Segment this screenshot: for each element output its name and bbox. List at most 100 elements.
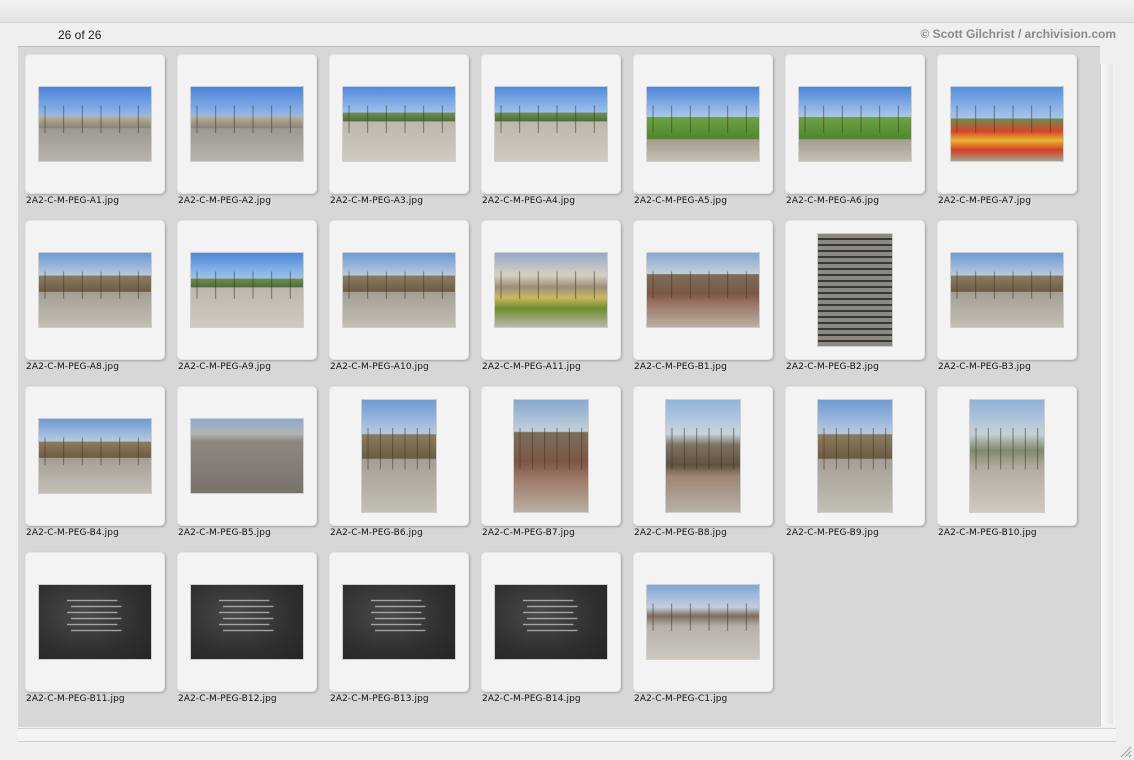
thumbnail-slide[interactable]: [633, 220, 773, 360]
thumbnail-filename: 2A2-C-M-PEG-A9.jpg: [178, 362, 272, 372]
photo-detail: [804, 105, 899, 133]
photo-detail: [818, 234, 892, 346]
thumbnail-slide[interactable]: [937, 54, 1077, 194]
thumbnail-filename: 2A2-C-M-PEG-A6.jpg: [786, 196, 880, 206]
photo-detail: [519, 428, 583, 470]
thumbnail-slide[interactable]: [329, 552, 469, 692]
photo-detail: [500, 271, 595, 299]
thumbnail-photo[interactable]: [799, 87, 911, 161]
thumbnail-filename: 2A2-C-M-PEG-B1.jpg: [634, 362, 727, 372]
thumbnail-slide[interactable]: [633, 386, 773, 526]
thumbnail-photo[interactable]: [39, 419, 151, 493]
thumbnail-slide[interactable]: [633, 552, 773, 692]
photo-detail: [652, 105, 747, 133]
thumbnail-filename: 2A2-C-M-PEG-A1.jpg: [26, 196, 120, 206]
thumbnail-filename: 2A2-C-M-PEG-A10.jpg: [330, 362, 429, 372]
thumbnail-slide[interactable]: [177, 54, 317, 194]
photo-detail: [652, 271, 747, 299]
thumbnail-filename: 2A2-C-M-PEG-B12.jpg: [178, 694, 277, 704]
vertical-scrollbar-thumb[interactable]: [1101, 64, 1113, 724]
thumbnail-photo[interactable]: [951, 253, 1063, 327]
thumbnail-slide[interactable]: [481, 386, 621, 526]
thumbnail-slide[interactable]: [329, 54, 469, 194]
thumbnail-photo[interactable]: [495, 585, 607, 659]
thumbnail-slide[interactable]: [481, 54, 621, 194]
thumbnail-photo[interactable]: [495, 87, 607, 161]
photo-detail: [44, 271, 139, 299]
viewer-header: 26 of 26 © Scott Gilchrist / archivision…: [18, 22, 1116, 46]
thumbnail-grid: 2A2-C-M-PEG-A1.jpg 2A2-C-M-PEG-A2.jpg 2A2-…: [18, 46, 1100, 727]
thumbnail-photo[interactable]: [343, 253, 455, 327]
thumbnail-photo[interactable]: [647, 87, 759, 161]
photo-detail: [44, 105, 139, 133]
thumbnail-filename: 2A2-C-M-PEG-A2.jpg: [178, 196, 272, 206]
thumbnail-photo[interactable]: [514, 400, 588, 512]
thumbnail-photo[interactable]: [818, 400, 892, 512]
photo-detail: [523, 599, 578, 632]
thumbnail-slide[interactable]: [25, 54, 165, 194]
thumbnail-slide[interactable]: [329, 220, 469, 360]
photo-detail: [500, 105, 595, 133]
resize-grip-icon[interactable]: [1118, 744, 1132, 758]
photo-detail: [371, 599, 426, 632]
thumbnail-filename: 2A2-C-M-PEG-B10.jpg: [938, 528, 1037, 538]
thumbnail-slide[interactable]: [937, 386, 1077, 526]
copyright-notice: © Scott Gilchrist / archivision.com: [920, 27, 1116, 41]
photo-detail: [823, 428, 887, 470]
photo-detail: [652, 603, 747, 631]
thumbnail-photo[interactable]: [39, 253, 151, 327]
thumbnail-filename: 2A2-C-M-PEG-B11.jpg: [26, 694, 125, 704]
thumbnail-slide[interactable]: [25, 386, 165, 526]
thumbnail-filename: 2A2-C-M-PEG-B6.jpg: [330, 528, 423, 538]
thumbnail-slide[interactable]: [25, 552, 165, 692]
thumbnail-filename: 2A2-C-M-PEG-B5.jpg: [178, 528, 271, 538]
thumbnail-slide[interactable]: [177, 220, 317, 360]
thumbnail-slide[interactable]: [329, 386, 469, 526]
photo-detail: [956, 105, 1051, 133]
thumbnail-slide[interactable]: [177, 386, 317, 526]
photo-detail: [956, 271, 1051, 299]
photo-detail: [44, 437, 139, 465]
thumbnail-slide[interactable]: [481, 220, 621, 360]
thumbnail-photo[interactable]: [647, 253, 759, 327]
thumbnail-photo[interactable]: [191, 253, 303, 327]
photo-detail: [196, 105, 291, 133]
thumbnail-slide[interactable]: [785, 386, 925, 526]
thumbnail-photo[interactable]: [818, 234, 892, 346]
thumbnail-slide[interactable]: [785, 54, 925, 194]
thumbnail-photo[interactable]: [191, 419, 303, 493]
thumbnail-slide[interactable]: [785, 220, 925, 360]
thumbnail-filename: 2A2-C-M-PEG-B13.jpg: [330, 694, 429, 704]
thumbnail-photo[interactable]: [39, 585, 151, 659]
horizontal-scrollbar[interactable]: [18, 728, 1116, 742]
thumbnail-filename: 2A2-C-M-PEG-B8.jpg: [634, 528, 727, 538]
photo-detail: [191, 419, 303, 493]
thumbnail-slide[interactable]: [177, 552, 317, 692]
thumbnail-filename: 2A2-C-M-PEG-A11.jpg: [482, 362, 581, 372]
photo-detail: [671, 428, 735, 470]
thumbnail-photo[interactable]: [970, 400, 1044, 512]
thumbnail-photo[interactable]: [343, 585, 455, 659]
thumbnail-filename: 2A2-C-M-PEG-A5.jpg: [634, 196, 728, 206]
thumbnail-photo[interactable]: [647, 585, 759, 659]
thumbnail-slide[interactable]: [481, 552, 621, 692]
thumbnail-slide[interactable]: [633, 54, 773, 194]
thumbnail-photo[interactable]: [343, 87, 455, 161]
thumbnail-photo[interactable]: [362, 400, 436, 512]
thumbnail-filename: 2A2-C-M-PEG-B2.jpg: [786, 362, 879, 372]
image-counter: 26 of 26: [58, 28, 102, 42]
photo-detail: [67, 599, 122, 632]
thumbnail-slide[interactable]: [25, 220, 165, 360]
thumbnail-filename: 2A2-C-M-PEG-A3.jpg: [330, 196, 424, 206]
thumbnail-slide[interactable]: [937, 220, 1077, 360]
thumbnail-photo[interactable]: [39, 87, 151, 161]
thumbnail-filename: 2A2-C-M-PEG-C1.jpg: [634, 694, 728, 704]
thumbnail-photo[interactable]: [666, 400, 740, 512]
photo-detail: [196, 271, 291, 299]
thumbnail-photo[interactable]: [191, 585, 303, 659]
thumbnail-photo[interactable]: [495, 253, 607, 327]
photo-detail: [348, 271, 443, 299]
thumbnail-filename: 2A2-C-M-PEG-A8.jpg: [26, 362, 120, 372]
thumbnail-photo[interactable]: [951, 87, 1063, 161]
thumbnail-photo[interactable]: [191, 87, 303, 161]
